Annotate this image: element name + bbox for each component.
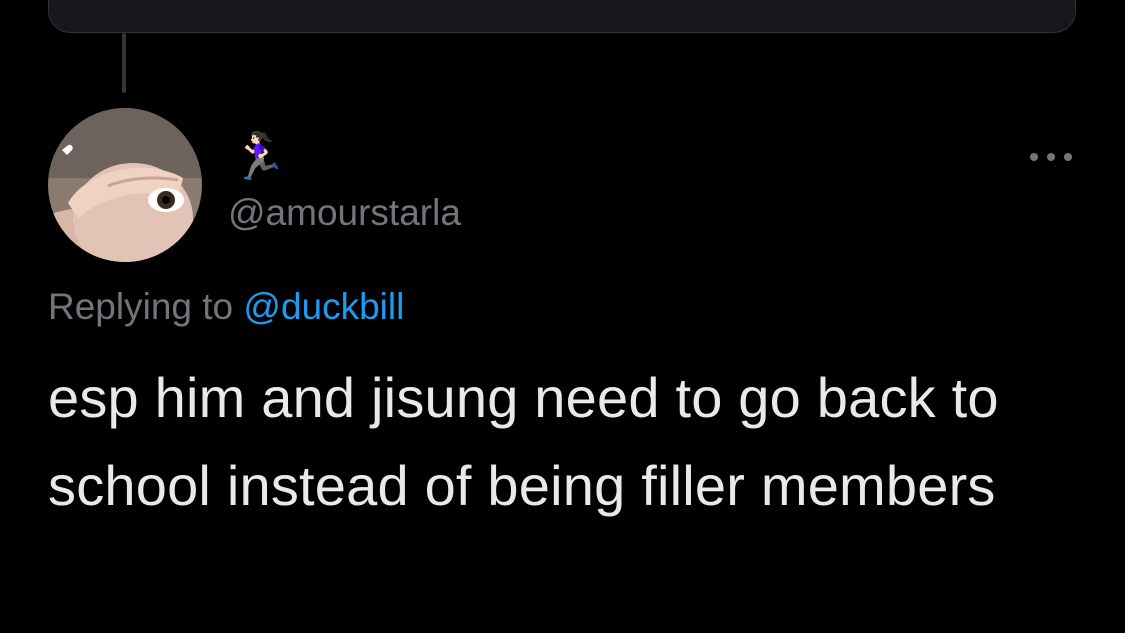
thread-connector-line	[122, 33, 126, 93]
replying-to-line: Replying to @duckbill	[48, 282, 404, 332]
quoted-tweet-card[interactable]	[48, 0, 1076, 33]
avatar[interactable]	[48, 108, 202, 262]
more-options-icon[interactable]	[1026, 148, 1076, 166]
replying-to-mention-link[interactable]: @duckbill	[243, 286, 404, 327]
user-handle[interactable]: @amourstarla	[228, 190, 461, 236]
display-name[interactable]: 🏃🏻‍♀️	[230, 128, 287, 184]
avatar-image	[48, 108, 202, 262]
replying-to-label: Replying to	[48, 286, 234, 327]
tweet-body-text: esp him and jisung need to go back to sc…	[48, 366, 999, 517]
